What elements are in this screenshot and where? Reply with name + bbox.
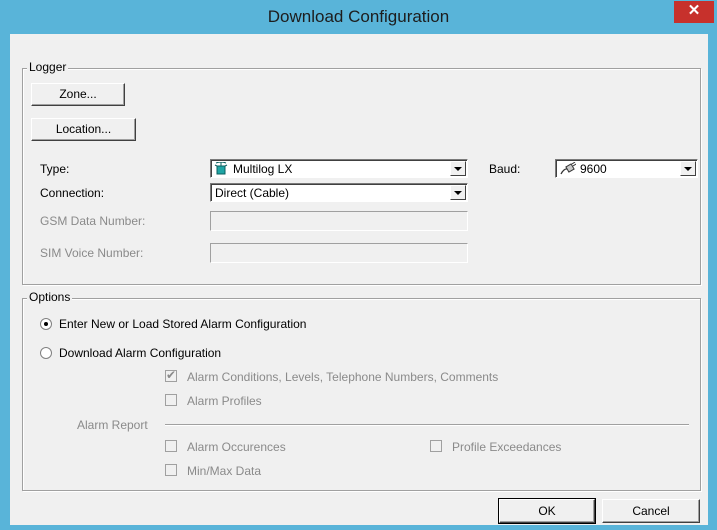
location-button[interactable]: Location...	[31, 118, 136, 141]
gsm-data-number-label: GSM Data Number:	[40, 214, 146, 228]
cancel-button-label: Cancel	[632, 504, 670, 518]
sim-voice-number-field	[210, 243, 468, 263]
download-alarm-radio[interactable]	[40, 347, 52, 359]
alarm-conditions-checkbox: ✔	[165, 368, 177, 382]
chevron-down-icon	[684, 167, 692, 171]
type-label: Type:	[40, 162, 70, 176]
checkmark-icon: ✔	[166, 368, 177, 382]
connection-select[interactable]: Direct (Cable)	[210, 183, 468, 202]
ok-button[interactable]: OK	[498, 498, 596, 524]
alarm-report-label: Alarm Report	[77, 418, 148, 432]
gsm-data-number-field	[210, 211, 468, 231]
baud-label: Baud:	[489, 162, 521, 176]
zone-button[interactable]: Zone...	[31, 83, 125, 106]
connection-select-value: Direct (Cable)	[215, 186, 290, 200]
download-alarm-radio-label[interactable]: Download Alarm Configuration	[59, 346, 221, 360]
sim-voice-number-label: SIM Voice Number:	[40, 246, 144, 260]
zone-button-label: Zone...	[59, 87, 97, 101]
logger-group-label: Logger	[27, 60, 69, 74]
close-button[interactable]: ✕	[674, 1, 714, 23]
baud-select-value: 9600	[580, 162, 607, 176]
dialog-window: Download Configuration ✕ Logger Zone... …	[0, 0, 717, 530]
dialog-client-area: Logger Zone... Location... Type: Multilo…	[10, 34, 708, 525]
alarm-report-separator	[165, 424, 689, 426]
connection-dropdown-button[interactable]	[450, 185, 466, 200]
window-title: Download Configuration	[267, 7, 450, 26]
alarm-occurences-checkbox	[165, 440, 177, 452]
enter-new-radio-label[interactable]: Enter New or Load Stored Alarm Configura…	[59, 317, 306, 331]
minmax-data-checkbox	[165, 464, 177, 476]
alarm-profiles-label: Alarm Profiles	[187, 394, 262, 408]
radio-selected-dot	[44, 322, 48, 326]
minmax-data-label: Min/Max Data	[187, 464, 262, 478]
chevron-down-icon	[454, 167, 462, 171]
type-dropdown-button[interactable]	[450, 161, 466, 176]
cable-plug-icon	[560, 161, 577, 178]
alarm-conditions-label: Alarm Conditions, Levels, Telephone Numb…	[187, 370, 499, 384]
title-bar[interactable]: Download Configuration ✕	[1, 1, 716, 34]
alarm-profiles-checkbox	[165, 394, 177, 406]
profile-exceedances-label: Profile Exceedances	[452, 440, 562, 454]
enter-new-radio[interactable]	[40, 318, 52, 330]
close-icon: ✕	[687, 2, 701, 19]
logger-antenna-icon	[214, 161, 228, 178]
baud-select[interactable]: 9600	[555, 159, 698, 178]
cancel-button[interactable]: Cancel	[602, 499, 700, 523]
connection-label: Connection:	[40, 186, 105, 200]
options-group-label: Options	[27, 290, 73, 304]
type-select[interactable]: Multilog LX	[210, 159, 468, 178]
type-select-value: Multilog LX	[233, 162, 293, 176]
baud-dropdown-button[interactable]	[680, 161, 696, 176]
location-button-label: Location...	[55, 122, 112, 136]
ok-button-label: OK	[538, 504, 556, 518]
profile-exceedances-checkbox	[430, 440, 442, 452]
alarm-occurences-label: Alarm Occurences	[187, 440, 286, 454]
chevron-down-icon	[454, 191, 462, 195]
